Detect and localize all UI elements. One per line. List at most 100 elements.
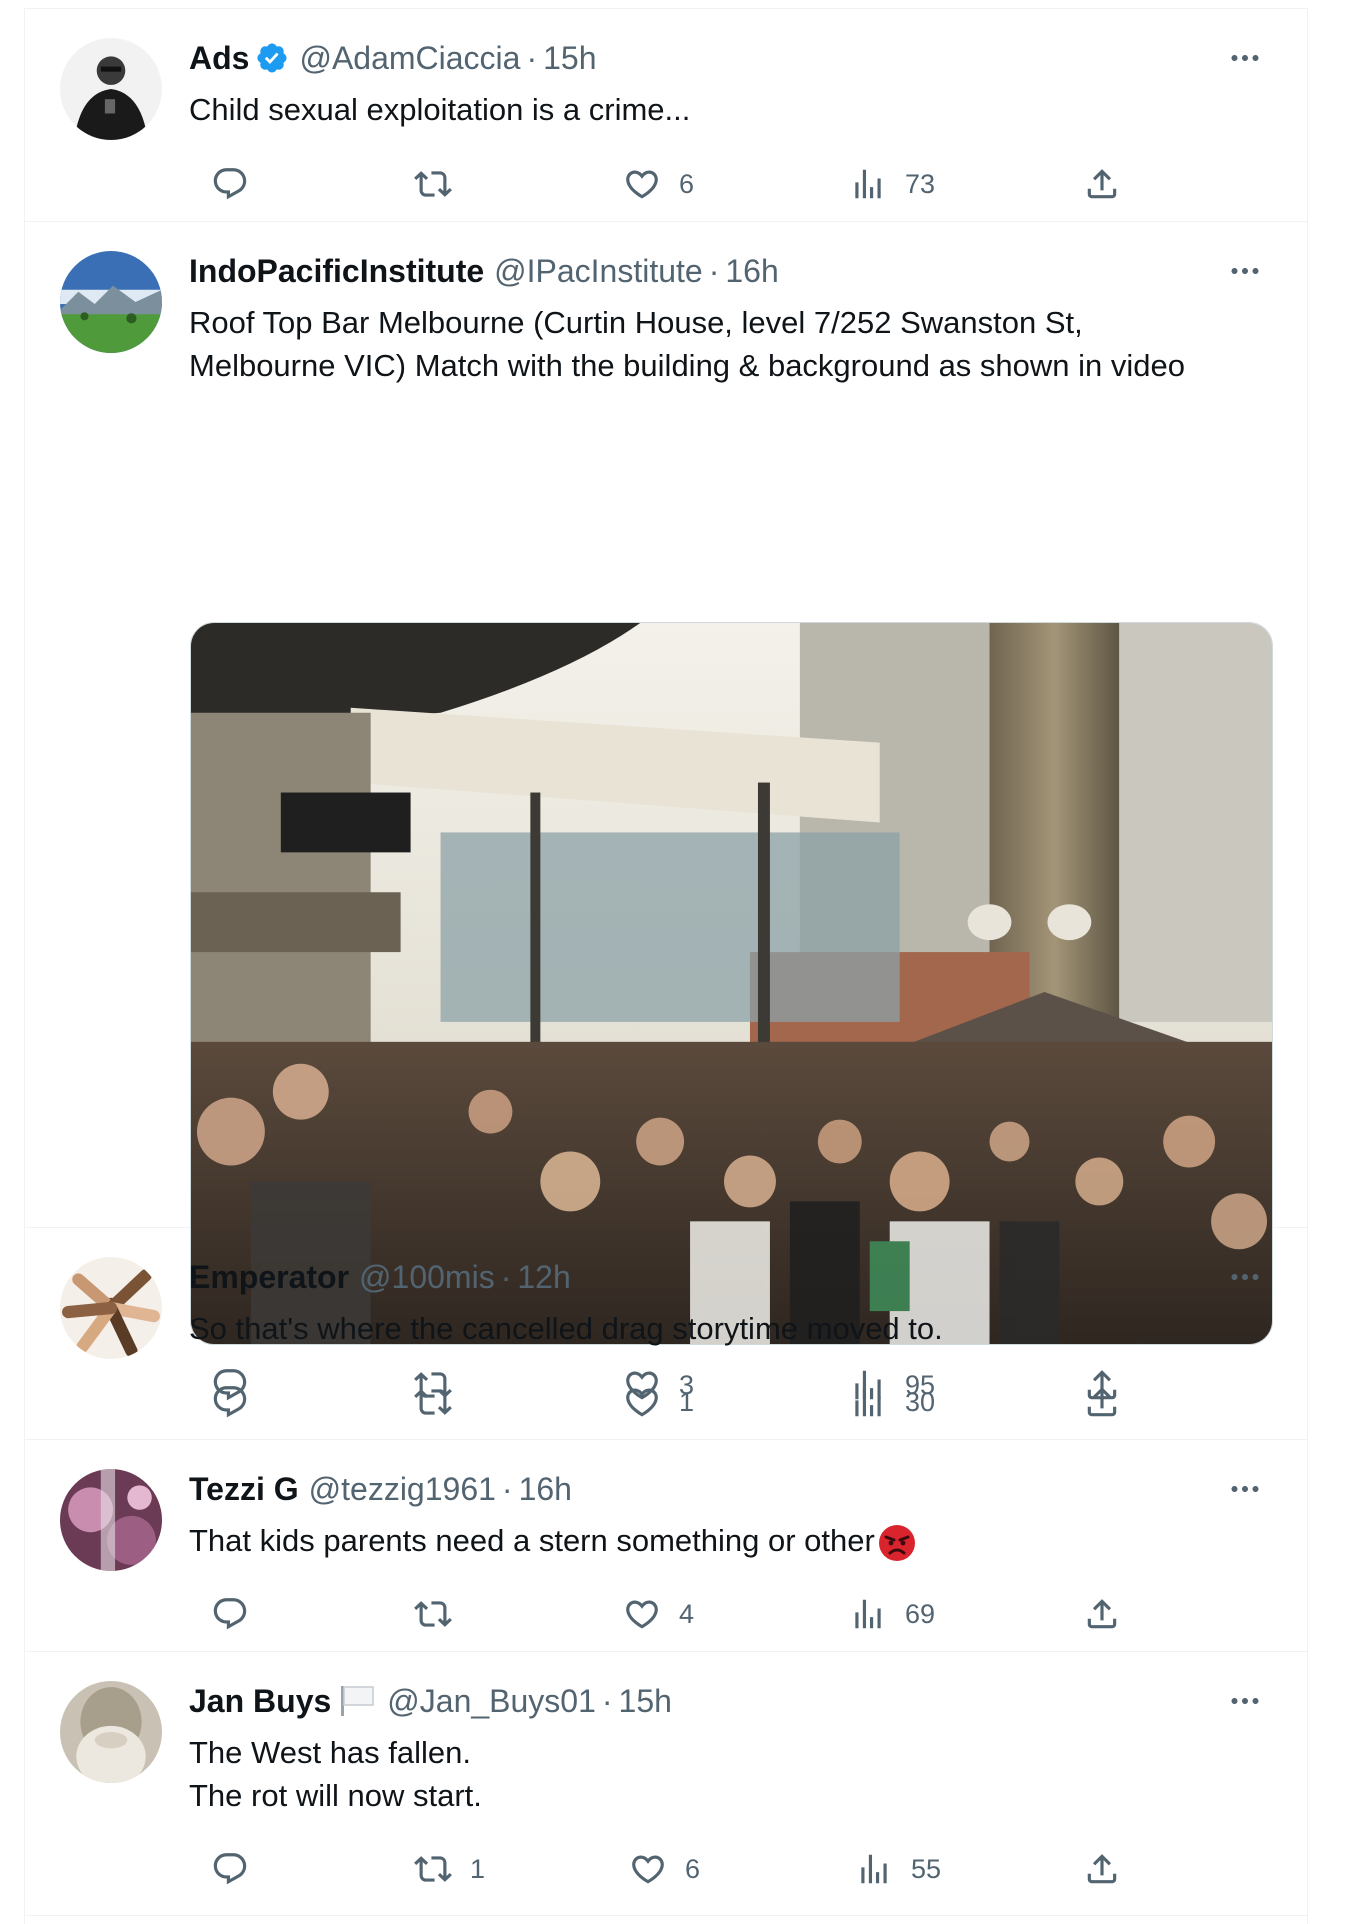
- repost-icon: [414, 165, 452, 203]
- reply-button[interactable]: [211, 1847, 267, 1891]
- author-name[interactable]: Emperator: [189, 1259, 349, 1296]
- post-text: So that's where the cancelled drag story…: [189, 1307, 1257, 1350]
- share-button[interactable]: [1083, 1847, 1121, 1891]
- like-button[interactable]: 6: [623, 162, 694, 206]
- avatar[interactable]: [60, 1681, 162, 1783]
- reply-icon: [211, 1850, 249, 1888]
- views-icon: [849, 165, 887, 203]
- white-flag-emoji: [337, 1684, 377, 1718]
- post-time[interactable]: 12h: [517, 1259, 570, 1296]
- separator: ·: [501, 1470, 513, 1507]
- author-handle[interactable]: @Jan_Buys01: [387, 1683, 596, 1720]
- avatar[interactable]: [60, 1257, 162, 1359]
- post-text-line: The rot will now start.: [189, 1778, 482, 1813]
- like-button[interactable]: 6: [629, 1847, 700, 1891]
- like-count: 1: [679, 1386, 695, 1417]
- post[interactable]: Jan Buys @Jan_Buys01 · 15h The West has …: [25, 1652, 1307, 1916]
- post-time[interactable]: 16h: [725, 253, 778, 290]
- repost-icon: [414, 1595, 452, 1633]
- author-handle[interactable]: @AdamCiaccia: [299, 40, 520, 77]
- views-button[interactable]: 73: [849, 162, 935, 206]
- post-time[interactable]: 15h: [619, 1683, 672, 1720]
- reply-button[interactable]: [211, 1592, 267, 1636]
- author-name[interactable]: IndoPacificInstitute: [189, 253, 484, 290]
- share-icon: [1083, 1383, 1121, 1421]
- author-name[interactable]: Tezzi G: [189, 1471, 299, 1508]
- separator: ·: [526, 39, 538, 76]
- timeline-feed: Ads @AdamCiaccia · 15h Child sexual expl…: [24, 8, 1308, 1924]
- views-icon: [855, 1850, 893, 1888]
- verified-badge-icon: [255, 41, 289, 75]
- share-button[interactable]: [1083, 1380, 1121, 1424]
- repost-icon: [414, 1383, 452, 1421]
- repost-button[interactable]: [414, 162, 470, 206]
- separator: ·: [500, 1258, 512, 1295]
- reply-icon: [211, 1383, 249, 1421]
- post[interactable]: IndoPacificInstitute @IPacInstitute · 16…: [25, 222, 1307, 1228]
- views-button[interactable]: 69: [849, 1592, 935, 1636]
- like-count: 6: [685, 1853, 701, 1884]
- reply-button[interactable]: [211, 162, 267, 206]
- share-icon: [1083, 1850, 1121, 1888]
- angry-face-emoji: [877, 1523, 917, 1563]
- share-icon: [1083, 165, 1121, 203]
- avatar[interactable]: [60, 251, 162, 353]
- separator: ·: [601, 1682, 613, 1719]
- post-actions: 1 30: [189, 1380, 1129, 1424]
- like-icon: [623, 165, 661, 203]
- post-time[interactable]: 15h: [543, 40, 596, 77]
- post-actions: 6 73: [189, 162, 1129, 206]
- author-handle[interactable]: @tezzig1961: [309, 1471, 496, 1508]
- post-text-content: That kids parents need a stern something…: [189, 1523, 875, 1558]
- like-count: 6: [679, 168, 695, 199]
- share-button[interactable]: [1083, 1592, 1121, 1636]
- author-name[interactable]: Ads: [189, 40, 249, 77]
- like-icon: [623, 1595, 661, 1633]
- more-options-icon[interactable]: [1225, 1469, 1265, 1509]
- views-icon: [849, 1595, 887, 1633]
- post-header: Tezzi G @tezzig1961 · 16h: [189, 1469, 572, 1509]
- views-button[interactable]: 30: [849, 1380, 935, 1424]
- post[interactable]: Tezzi G @tezzig1961 · 16h That kids pare…: [25, 1440, 1307, 1652]
- share-icon: [1083, 1595, 1121, 1633]
- post-actions: 1 6 55: [189, 1847, 1129, 1891]
- more-options-icon[interactable]: [1225, 251, 1265, 291]
- author-handle[interactable]: @100mis: [359, 1259, 495, 1296]
- repost-button[interactable]: [414, 1592, 470, 1636]
- post-header: Emperator @100mis · 12h: [189, 1257, 571, 1297]
- post-text: Child sexual exploitation is a crime...: [189, 88, 1257, 131]
- post-text-line: So that's where the cancelled drag story…: [189, 1311, 943, 1346]
- post-text: That kids parents need a stern something…: [189, 1519, 1257, 1563]
- post-text-line: Child sexual exploitation is a crime...: [189, 92, 691, 127]
- more-options-icon[interactable]: [1225, 1681, 1265, 1721]
- repost-button[interactable]: [414, 1380, 470, 1424]
- like-button[interactable]: 4: [623, 1592, 694, 1636]
- avatar[interactable]: [60, 38, 162, 140]
- repost-icon: [414, 1850, 452, 1888]
- more-options-icon[interactable]: [1225, 38, 1265, 78]
- views-button[interactable]: 55: [855, 1847, 941, 1891]
- post-actions: 4 69: [189, 1592, 1129, 1636]
- post-header: IndoPacificInstitute @IPacInstitute · 16…: [189, 251, 779, 291]
- repost-button[interactable]: 1: [414, 1847, 485, 1891]
- author-name[interactable]: Jan Buys: [189, 1683, 331, 1720]
- more-options-icon[interactable]: [1225, 1257, 1265, 1297]
- post[interactable]: Ads @AdamCiaccia · 15h Child sexual expl…: [25, 9, 1307, 222]
- author-handle[interactable]: @IPacInstitute: [494, 253, 703, 290]
- separator: ·: [708, 252, 720, 289]
- views-count: 73: [905, 168, 936, 199]
- post-text: Roof Top Bar Melbourne (Curtin House, le…: [189, 301, 1257, 387]
- post[interactable]: Emperator @100mis · 12h So that's where …: [25, 1228, 1307, 1440]
- reply-button[interactable]: [211, 1380, 267, 1424]
- post-text-line: The West has fallen.: [189, 1735, 472, 1770]
- share-button[interactable]: [1083, 162, 1121, 206]
- like-icon: [629, 1850, 667, 1888]
- like-button[interactable]: 1: [623, 1380, 694, 1424]
- reply-icon: [211, 1595, 249, 1633]
- post-text: The West has fallen. The rot will now st…: [189, 1731, 1257, 1817]
- avatar[interactable]: [60, 1469, 162, 1571]
- like-count: 4: [679, 1598, 695, 1629]
- views-count: 55: [911, 1853, 942, 1884]
- repost-count: 1: [470, 1853, 486, 1884]
- post-time[interactable]: 16h: [519, 1471, 572, 1508]
